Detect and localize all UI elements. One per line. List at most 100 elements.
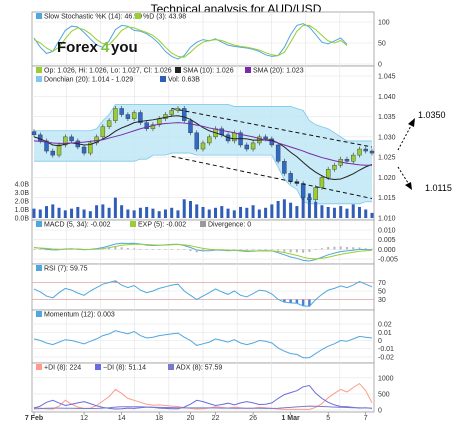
legend-label: Momentum (12): 0.003 — [44, 312, 115, 319]
y-tick-label: 50 — [378, 289, 386, 296]
volume-bar — [170, 207, 174, 218]
volume-bar — [82, 209, 86, 218]
candle-body — [351, 154, 356, 162]
volume-bar — [163, 209, 167, 218]
candle-body — [69, 136, 74, 142]
legend-swatch — [36, 67, 42, 73]
legend-swatch — [245, 67, 251, 73]
candle-body — [113, 108, 118, 121]
volume-bar — [332, 207, 336, 218]
volume-bar — [264, 207, 268, 218]
down-arrow-icon — [405, 182, 412, 190]
volume-tick-label: 4.0B — [15, 182, 30, 189]
volume-bar — [339, 206, 343, 218]
volume-bar — [57, 207, 61, 218]
legend-label: +DI (8): 224 — [44, 365, 81, 372]
macd-divergence-bar — [314, 249, 317, 250]
macd-divergence-bar — [39, 249, 42, 250]
volume-bar — [251, 205, 255, 218]
macd-divergence-bar — [126, 248, 129, 250]
macd-divergence-bar — [133, 248, 136, 250]
y-tick-label: 0 — [378, 62, 382, 69]
macd-divergence-bar — [33, 249, 35, 250]
macd-divergence-bar — [245, 249, 248, 251]
x-axis-label: 20 — [187, 415, 195, 422]
volume-bar — [207, 209, 211, 218]
candle-body — [313, 187, 318, 200]
y-tick-label: 50 — [378, 41, 386, 48]
legend-label: %D (3): 43.98 — [143, 14, 186, 21]
macd-divergence-bar — [195, 249, 198, 253]
volume-bar — [364, 209, 368, 218]
volume-bar — [63, 210, 67, 218]
legend-label: SMA (10): 1.026 — [183, 68, 234, 75]
macd-divergence-bar — [89, 249, 92, 250]
legend-swatch — [95, 364, 101, 370]
y-tick-label: 0.02 — [378, 322, 392, 329]
volume-bar — [107, 207, 111, 218]
candle-body — [363, 148, 368, 152]
candle-body — [119, 108, 124, 115]
candle-body — [194, 132, 199, 150]
legend-label: Donchian (20): 1.014 - 1.029 — [44, 77, 133, 84]
y-tick-label: 70 — [378, 280, 386, 287]
legend-label: Op: 1.026, Hi: 1.026, Lo: 1.027, Cl: 1.0… — [44, 68, 172, 75]
volume-bar — [138, 207, 142, 218]
volume-bar — [188, 201, 192, 218]
x-axis-label: 12 — [80, 415, 88, 422]
volume-tick-label: 1.0B — [15, 207, 30, 214]
macd-divergence-bar — [176, 249, 179, 250]
legend-label: RSI (7): 59.75 — [44, 266, 88, 273]
x-axis-label: 1 Mar — [281, 415, 300, 422]
macd-divergence-bar — [283, 249, 286, 252]
macd-divergence-bar — [258, 249, 261, 250]
y-tick-label: 1.025 — [378, 155, 396, 162]
candle-body — [319, 177, 325, 188]
y-tick-label: -0.02 — [378, 354, 394, 361]
legend-swatch — [175, 67, 181, 73]
volume-bar — [151, 208, 155, 218]
volume-tick-label: 3.0B — [15, 190, 30, 197]
volume-bar — [51, 204, 55, 218]
up-arrow-shaft — [397, 121, 414, 151]
technical-chart: 1005001.0451.0401.0351.0301.0251.0201.01… — [15, 11, 452, 422]
x-axis-label: 18 — [155, 415, 163, 422]
y-tick-label: 1.035 — [378, 114, 396, 121]
candle-body — [232, 132, 237, 142]
candle-body — [332, 165, 337, 170]
macd-divergence-bar — [233, 249, 236, 250]
candle-body — [169, 110, 174, 115]
macd-divergence-bar — [320, 248, 323, 250]
y-tick-label: -0.005 — [378, 257, 398, 264]
macd-divergence-bar — [220, 249, 223, 250]
logo-text-forex: Forex — [57, 39, 99, 56]
volume-bar — [101, 204, 105, 218]
volume-bar — [314, 201, 318, 218]
macd-divergence-bar — [270, 249, 273, 250]
y-tick-label: 30 — [378, 297, 386, 304]
legend-label: SMA (20): 1.023 — [253, 68, 304, 75]
x-axis-label: 7 — [364, 415, 368, 422]
volume-bar — [345, 208, 349, 218]
volume-bar — [145, 206, 149, 218]
target-low-label: 1.0115 — [425, 183, 452, 193]
y-tick-label: 0.005 — [378, 237, 396, 244]
candle-body — [325, 169, 331, 178]
macd-divergence-bar — [358, 247, 361, 250]
candle-body — [369, 150, 375, 154]
candle-body — [125, 114, 131, 119]
macd-divergence-bar — [345, 247, 348, 250]
legend-swatch — [36, 76, 42, 82]
y-tick-label: 1.040 — [378, 94, 396, 101]
volume-bar — [132, 210, 136, 218]
volume-bar — [220, 206, 224, 218]
volume-bar — [276, 201, 280, 218]
candle-body — [131, 112, 137, 119]
macd-divergence-bar — [264, 249, 267, 250]
legend-label: ADX (8): 57.59 — [176, 365, 222, 372]
legend-swatch — [168, 364, 174, 370]
x-axis-label: 5 — [326, 415, 330, 422]
volume-bar — [113, 197, 117, 218]
y-tick-label: 0.01 — [378, 330, 392, 337]
legend-label: Vol: 0.63B — [168, 77, 200, 84]
